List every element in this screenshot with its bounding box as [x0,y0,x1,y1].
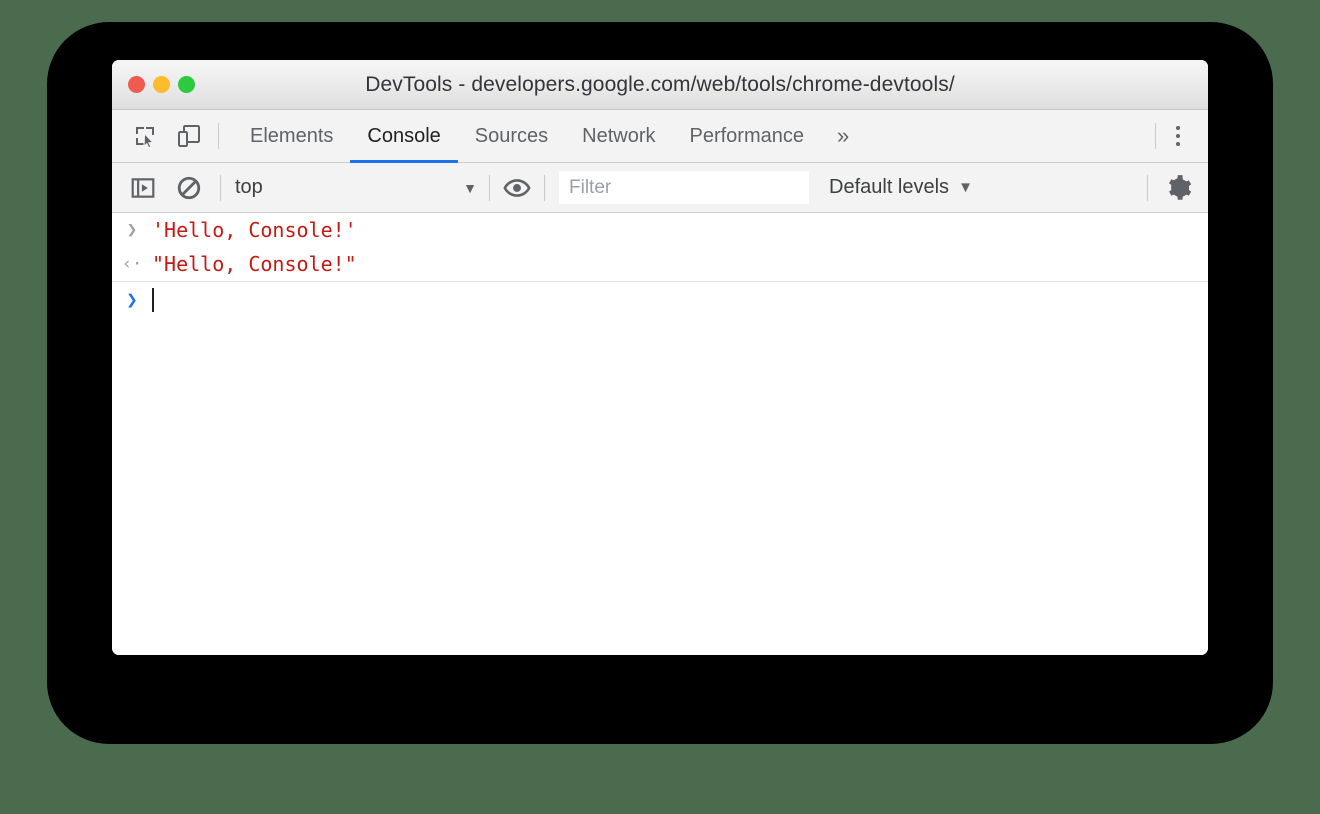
tab-elements-label: Elements [250,124,334,147]
log-levels-select[interactable]: Default levels ▼ [829,176,973,199]
console-output-text: "Hello, Console!" [152,252,357,276]
show-console-sidebar-icon[interactable] [128,173,158,203]
window-title: DevTools - developers.google.com/web/too… [365,72,955,96]
devtools-tab-bar: Elements Console Sources Network Perform… [112,110,1208,163]
tab-sources-label: Sources [474,124,549,147]
console-output-row[interactable]: ‹· "Hello, Console!" [112,247,1208,281]
devtools-window: DevTools - developers.google.com/web/too… [112,60,1208,655]
tab-network[interactable]: Network [565,110,672,162]
gear-icon[interactable] [1164,173,1194,203]
title-bar: DevTools - developers.google.com/web/too… [112,60,1208,110]
menu-dot [1176,134,1180,138]
maximize-window-button[interactable] [178,76,195,93]
tab-console-label: Console [367,124,441,147]
console-toolbar-divider-4 [1147,174,1148,201]
console-prompt-row[interactable]: ❯ [112,282,1208,318]
close-window-button[interactable] [128,76,145,93]
tab-elements[interactable]: Elements [233,110,350,162]
more-tabs-label: » [837,123,850,148]
console-toolbar-right-group [1147,173,1208,203]
text-cursor [152,288,154,312]
tabbar-right-group [1155,110,1208,162]
tab-performance-label: Performance [689,124,805,147]
console-filter-input[interactable] [559,171,809,204]
more-vertical-icon[interactable] [1156,114,1200,158]
log-levels-label: Default levels [829,176,950,198]
console-toolbar-divider-3 [544,174,545,201]
clear-console-icon[interactable] [174,173,204,203]
console-input-text: 'Hello, Console!' [152,218,357,242]
more-tabs-chevron-icon[interactable]: » [821,110,865,162]
console-toolbar-divider-2 [489,174,490,201]
create-live-expression-icon[interactable] [502,173,532,203]
menu-dot [1176,142,1180,146]
tab-network-label: Network [582,124,656,147]
inspect-element-icon[interactable] [130,121,160,151]
device-toolbar-icon[interactable] [174,121,204,151]
console-output-arrow-icon: ‹· [121,254,143,274]
console-input-row[interactable]: ❯ 'Hello, Console!' [112,213,1208,247]
console-input-arrow-icon: ❯ [126,220,138,240]
console-message-list[interactable]: ❯ 'Hello, Console!' ‹· "Hello, Console!"… [112,213,1208,655]
panel-tabs: Elements Console Sources Network Perform… [219,110,865,163]
chevron-down-icon: ▼ [958,179,973,196]
execution-context-value: top [235,176,263,198]
console-prompt-arrow-icon: ❯ [126,289,138,311]
chevron-down-icon: ▼ [463,179,477,196]
tab-performance[interactable]: Performance [673,110,822,162]
menu-dot [1176,126,1180,130]
minimize-window-button[interactable] [153,76,170,93]
tab-sources[interactable]: Sources [458,110,565,162]
console-toolbar: top ▼ Default levels ▼ [112,163,1208,213]
inspect-tools-group [112,110,218,162]
tab-console[interactable]: Console [350,110,459,163]
traffic-light-controls [112,76,195,93]
execution-context-select[interactable]: top ▼ [221,176,489,199]
